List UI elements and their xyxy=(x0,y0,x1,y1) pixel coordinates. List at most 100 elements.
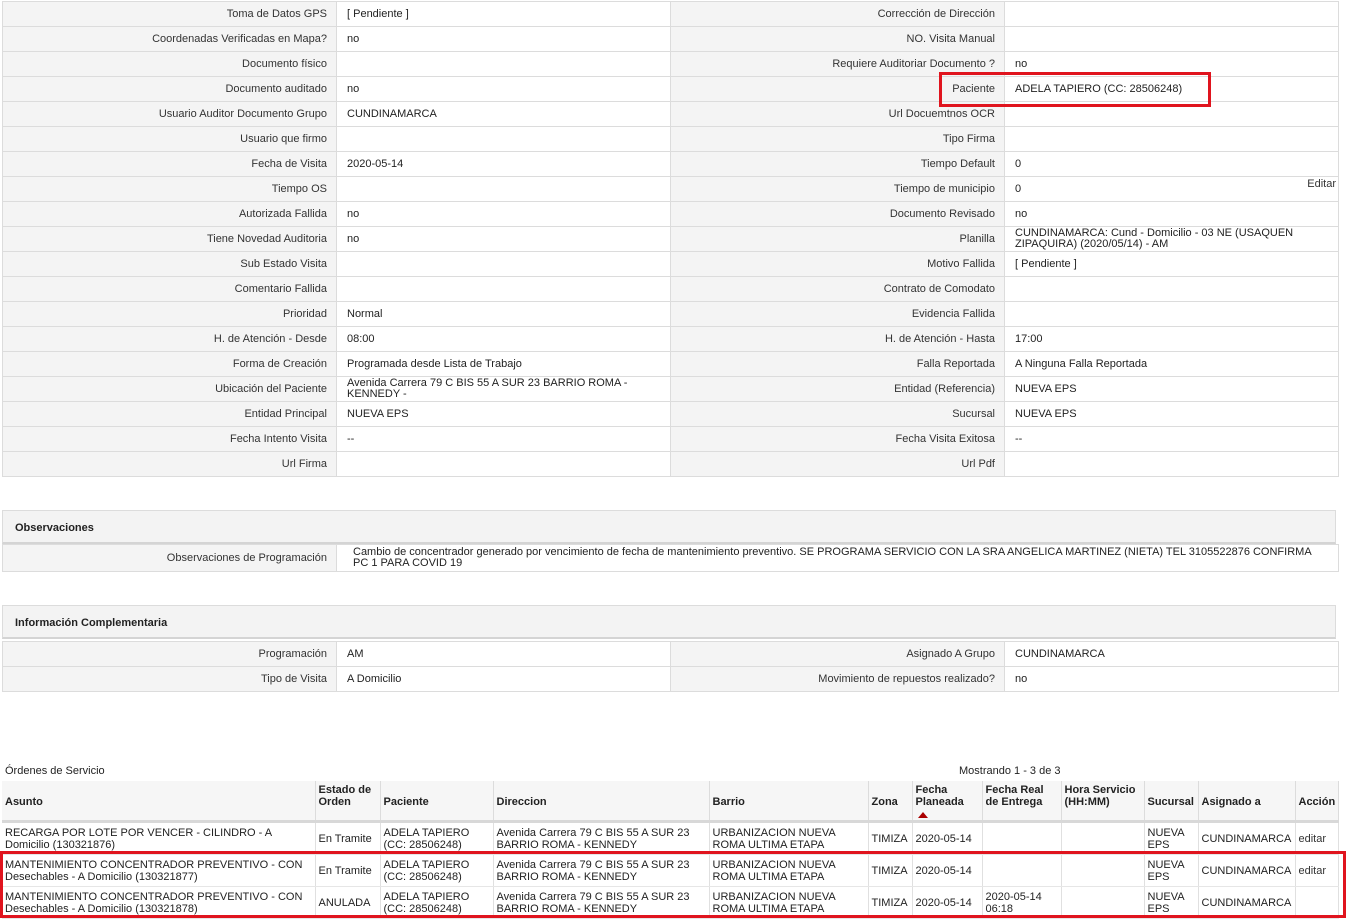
column-header-label: Paciente xyxy=(383,796,429,808)
column-header-estado-de-orden[interactable]: Estado de Orden xyxy=(315,781,381,823)
tiempo-default-label: Tiempo Default xyxy=(670,151,1005,177)
sucursal-value: NUEVA EPS xyxy=(1004,401,1339,427)
ubicacion-del-paciente-value: Avenida Carrera 79 C BIS 55 A SUR 23 BAR… xyxy=(336,376,671,402)
tiene-novedad-auditoria-value: no xyxy=(336,226,671,252)
url-docuemtnos-ocr-value xyxy=(1004,101,1339,127)
column-header-asignado-a[interactable]: Asignado a xyxy=(1198,781,1296,823)
entidad-referencia-label: Entidad (Referencia) xyxy=(670,376,1005,402)
column-header-direccion[interactable]: Direccion xyxy=(493,781,710,823)
falla-reportada-label: Falla Reportada xyxy=(670,351,1005,377)
coordenadas-verificadas-en-mapa-label: Coordenadas Verificadas en Mapa? xyxy=(2,26,337,52)
tiene-novedad-auditoria-label: Tiene Novedad Auditoria xyxy=(2,226,337,252)
form-row: Documento físico Requiere Auditoriar Docu… xyxy=(2,51,1339,77)
forma-de-creacion-value: Programada desde Lista de Trabajo xyxy=(336,351,671,377)
observaciones-value: Cambio de concentrador generado por venc… xyxy=(336,544,1339,572)
cell-accion: editar xyxy=(1295,854,1339,887)
url-pdf-label: Url Pdf xyxy=(670,451,1005,477)
observaciones-header: Observaciones xyxy=(2,510,1336,544)
coordenadas-verificadas-en-mapa-value: no xyxy=(336,26,671,52)
form-row: Entidad Principal NUEVA EPS Sucursal NUEVA … xyxy=(2,401,1339,427)
column-header-zona[interactable]: Zona xyxy=(868,781,913,823)
cell-fecha-planeada: 2020-05-14 xyxy=(912,854,983,887)
column-header-barrio[interactable]: Barrio xyxy=(709,781,869,823)
no-visita-manual-value xyxy=(1004,26,1339,52)
column-header-sucursal[interactable]: Sucursal xyxy=(1144,781,1199,823)
edit-order-link[interactable]: editar xyxy=(1299,865,1327,877)
requiere-auditoriar-documento-label: Requiere Auditoriar Documento ? xyxy=(670,51,1005,77)
tiempo-os-value xyxy=(336,176,671,202)
complementaria-header: Información Complementaria xyxy=(2,605,1336,639)
form-row: Url Firma Url Pdf xyxy=(2,451,1339,477)
cell-fecha-real-de-entrega xyxy=(982,821,1062,855)
sort-ascending-icon xyxy=(917,812,928,818)
sucursal-label: Sucursal xyxy=(670,401,1005,427)
programacion-label: Programación xyxy=(2,641,337,667)
usuario-auditor-documento-grupo-value: CUNDINAMARCA xyxy=(336,101,671,127)
form-row: Usuario Auditor Documento Grupo CUNDINAMA… xyxy=(2,101,1339,127)
toma-de-datos-gps-value: [ Pendiente ] xyxy=(336,1,671,27)
fecha-intento-visita-value: -- xyxy=(336,426,671,452)
edit-order-link[interactable]: editar xyxy=(1299,833,1327,845)
falla-reportada-value: A Ninguna Falla Reportada xyxy=(1004,351,1339,377)
cell-asignado-a: CUNDINAMARCA xyxy=(1198,886,1296,919)
cell-barrio: URBANIZACION NUEVA ROMA ULTIMA ETAPA xyxy=(709,886,869,919)
cell-asignado-a: CUNDINAMARCA xyxy=(1198,821,1296,855)
cell-asunto: RECARGA POR LOTE POR VENCER - CILINDRO -… xyxy=(2,821,316,855)
cell-paciente: ADELA TAPIERO (CC: 28506248) xyxy=(380,821,494,855)
planilla-label: Planilla xyxy=(670,226,1005,252)
column-header-hora-servicio-hh-mm[interactable]: Hora Servicio (HH:MM) xyxy=(1061,781,1145,823)
observaciones-table: Observaciones de Programación Cambio de … xyxy=(2,544,1339,572)
documento-fisico-value xyxy=(336,51,671,77)
motivo-fallida-value: [ Pendiente ] xyxy=(1004,251,1339,277)
cell-estado-de-orden: En Tramite xyxy=(315,854,381,887)
documento-auditado-value: no xyxy=(336,76,671,102)
complementaria-form: Programación AM Asignado A Grupo CUNDINAMAR… xyxy=(2,641,1339,692)
documento-fisico-label: Documento físico xyxy=(2,51,337,77)
tipo-firma-value xyxy=(1004,126,1339,152)
url-firma-value xyxy=(336,451,671,477)
form-row: Comentario Fallida Contrato de Comodato xyxy=(2,276,1339,302)
usuario-auditor-documento-grupo-label: Usuario Auditor Documento Grupo xyxy=(2,101,337,127)
visit-detail-form: Toma de Datos GPS[ Pendiente ] Corrección… xyxy=(2,1,1339,477)
contrato-de-comodato-value xyxy=(1004,276,1339,302)
evidencia-fallida-label: Evidencia Fallida xyxy=(670,301,1005,327)
column-header-fecha-real-de-entrega[interactable]: Fecha Real de Entrega xyxy=(982,781,1062,823)
cell-zona: TIMIZA xyxy=(868,854,913,887)
column-header-label: Acción xyxy=(1298,796,1336,808)
cell-hora-servicio-hh-mm xyxy=(1061,854,1145,887)
correccion-de-direccion-label: Corrección de Dirección xyxy=(670,1,1005,27)
column-header-accion[interactable]: Acción xyxy=(1295,781,1339,823)
form-row: Sub Estado Visita Motivo Fallida[ Pendien… xyxy=(2,251,1339,277)
h-de-atencion-desde-value: 08:00 xyxy=(336,326,671,352)
usuario-que-firmo-label: Usuario que firmo xyxy=(2,126,337,152)
observaciones-label: Observaciones de Programación xyxy=(2,544,337,572)
column-header-asunto[interactable]: Asunto xyxy=(2,781,316,823)
correccion-de-direccion-value xyxy=(1004,1,1339,27)
orders-title: Órdenes de Servicio xyxy=(5,765,105,777)
cell-asunto: MANTENIMIENTO CONCENTRADOR PREVENTIVO - … xyxy=(2,886,316,919)
ubicacion-del-paciente-label: Ubicación del Paciente xyxy=(2,376,337,402)
form-row: Coordenadas Verificadas en Mapa? no NO. Vi… xyxy=(2,26,1339,52)
column-header-fecha-planeada[interactable]: Fecha Planeada xyxy=(912,781,983,823)
form-row: Usuario que firmo Tipo Firma xyxy=(2,126,1339,152)
tiempo-default-value: 0 xyxy=(1004,151,1339,177)
cell-sucursal: NUEVA EPS xyxy=(1144,854,1199,887)
column-header-label: Zona xyxy=(871,796,898,808)
table-row: RECARGA POR LOTE POR VENCER - CILINDRO -… xyxy=(2,821,1339,855)
column-header-label: Fecha Planeada xyxy=(915,784,964,808)
cell-barrio: URBANIZACION NUEVA ROMA ULTIMA ETAPA xyxy=(709,821,869,855)
form-row: Prioridad Normal Evidencia Fallida xyxy=(2,301,1339,327)
edit-link[interactable]: Editar xyxy=(1307,178,1336,190)
entidad-principal-value: NUEVA EPS xyxy=(336,401,671,427)
form-row: Documento auditado no Paciente ADELA TAPIER… xyxy=(2,76,1339,102)
tipo-de-visita-label: Tipo de Visita xyxy=(2,666,337,692)
sub-estado-visita-value xyxy=(336,251,671,277)
url-docuemtnos-ocr-label: Url Docuemtnos OCR xyxy=(670,101,1005,127)
cell-fecha-planeada: 2020-05-14 xyxy=(912,821,983,855)
cell-asunto: MANTENIMIENTO CONCENTRADOR PREVENTIVO - … xyxy=(2,854,316,887)
column-header-paciente[interactable]: Paciente xyxy=(380,781,494,823)
column-header-label: Asunto xyxy=(5,796,43,808)
tiempo-de-municipio-value: 0 xyxy=(1004,176,1339,202)
cell-paciente: ADELA TAPIERO (CC: 28506248) xyxy=(380,854,494,887)
forma-de-creacion-label: Forma de Creación xyxy=(2,351,337,377)
